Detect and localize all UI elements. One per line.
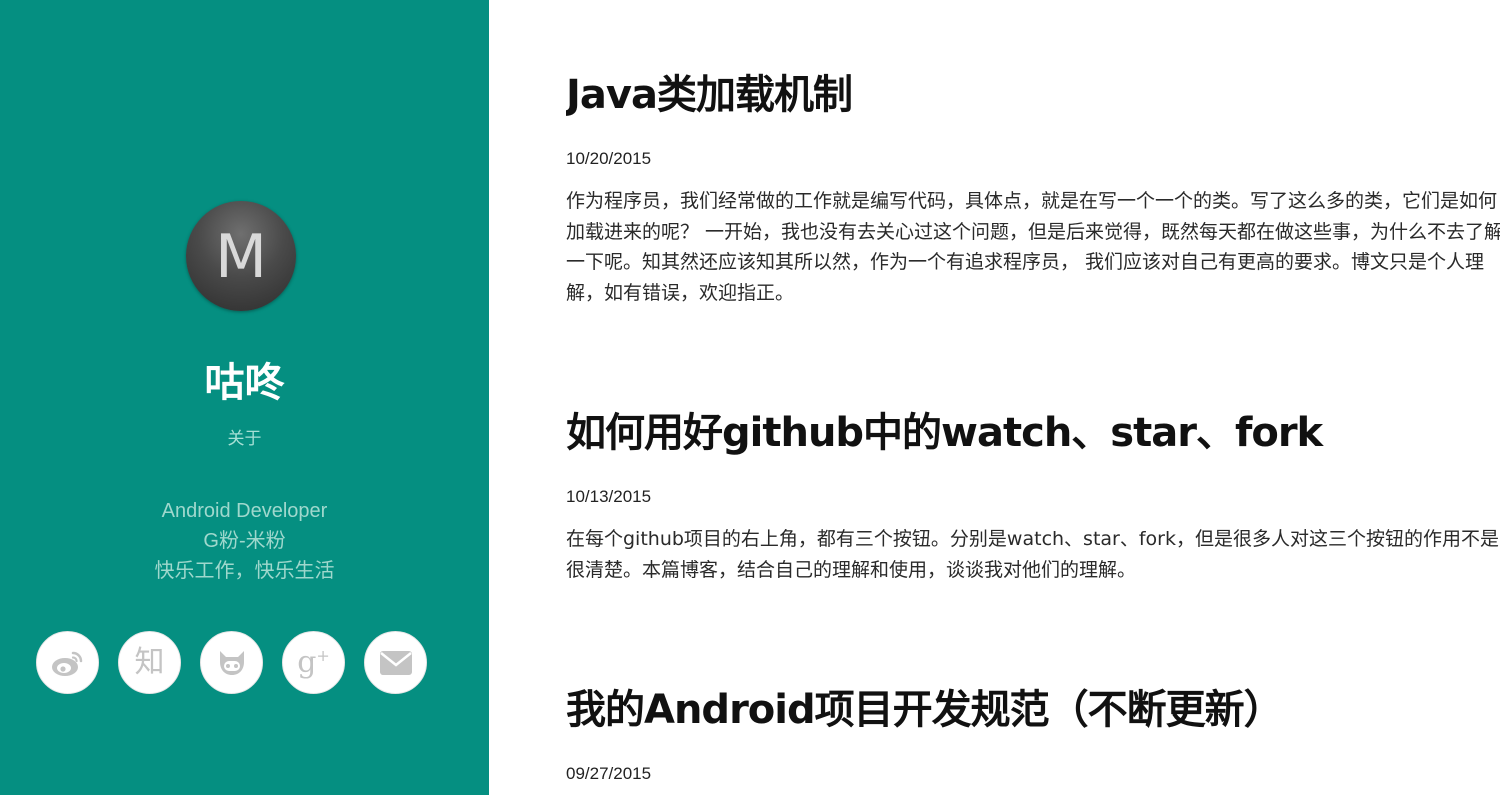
author-name[interactable]: 咕咚 — [0, 355, 489, 411]
bio-line: Android Developer — [161, 500, 328, 522]
zhihu-button[interactable]: 知 — [118, 631, 181, 694]
post-date: 09/27/2015 — [566, 764, 652, 783]
post-item: 如何用好github中的watch、star、fork 10/13/2015 在… — [566, 408, 1500, 585]
avatar[interactable]: M — [186, 201, 296, 311]
bio-line: G粉-米粉 — [203, 530, 286, 552]
post-excerpt: 在每个github项目的右上角，都有三个按钮。分别是watch、star、for… — [566, 528, 1499, 581]
post-list: Java类加载机制 10/20/2015 作为程序员，我们经常做的工作就是编写代… — [566, 0, 1500, 795]
github-button[interactable] — [200, 631, 263, 694]
mail-button[interactable] — [364, 631, 427, 694]
bio-line: 快乐工作，快乐生活 — [154, 560, 335, 582]
post-title[interactable]: Java类加载机制 — [566, 70, 1500, 120]
social-links: 知 g+ — [36, 631, 427, 694]
about-link[interactable]: 关于 — [0, 428, 489, 450]
sidebar: M 咕咚 关于 Android Developer G粉-米粉 快乐工作，快乐生… — [0, 0, 489, 795]
google-plus-button[interactable]: g+ — [282, 631, 345, 694]
post-item: Java类加载机制 10/20/2015 作为程序员，我们经常做的工作就是编写代… — [566, 70, 1500, 308]
avatar-letter: M — [215, 222, 267, 292]
post-title[interactable]: 如何用好github中的watch、star、fork — [566, 408, 1500, 458]
post-excerpt: 作为程序员，我们经常做的工作就是编写代码，具体点，就是在写一个一个的类。写了这么… — [566, 190, 1500, 304]
github-icon — [219, 650, 244, 675]
mail-icon — [379, 650, 412, 675]
weibo-icon — [51, 651, 82, 676]
weibo-button[interactable] — [36, 631, 99, 694]
post-date: 10/20/2015 — [566, 149, 652, 168]
zhihu-icon: 知 — [134, 644, 165, 680]
post-item: 我的Android项目开发规范（不断更新） 09/27/2015 — [566, 685, 1500, 785]
bio: Android Developer G粉-米粉 快乐工作，快乐生活 — [0, 496, 489, 586]
post-date: 10/13/2015 — [566, 487, 652, 506]
google-plus-icon: g+ — [297, 644, 330, 680]
post-title[interactable]: 我的Android项目开发规范（不断更新） — [566, 685, 1500, 735]
